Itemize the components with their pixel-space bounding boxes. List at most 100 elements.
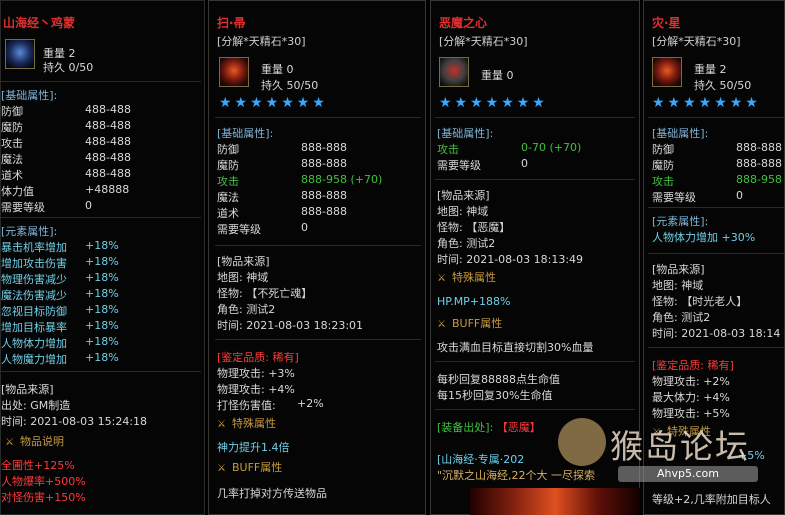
item-icon	[5, 39, 35, 69]
watermark: 猴岛论坛 Ahvp5.com	[558, 418, 773, 486]
source-row: 地图: 神域	[437, 205, 489, 218]
item-icon	[439, 57, 469, 87]
source-origin: 出处: GM制造	[1, 399, 71, 412]
attr-row: 攻击 0-70 (+70)	[437, 141, 582, 156]
attr-row: 防御 888-888	[652, 141, 782, 156]
element-row: 魔法伤害减少 +18%	[1, 287, 119, 302]
attr-row: 攻击 488-488	[1, 135, 131, 150]
attr-row: 攻击888-958 (+70)	[217, 173, 383, 188]
item-title: 恶魔之心	[439, 16, 488, 30]
special-attr-header: ⚔ 特殊属性	[217, 417, 276, 430]
source-row: 时间: 2021-08-03 18:23:01	[217, 319, 364, 332]
element-row: 人物魔力增加 +18%	[1, 351, 119, 366]
durability: 持久 50/50	[261, 79, 319, 92]
monkey-logo-icon	[558, 418, 606, 466]
element-row: 增加目标暴率 +18%	[1, 319, 119, 334]
buff-attr-header: ⚔ BUFF属性	[217, 461, 283, 474]
source-row: 角色: 测试2	[217, 303, 276, 316]
attr-row: 需要等级 0	[437, 157, 528, 172]
buff-attr-header: ⚔ BUFF属性	[437, 317, 503, 330]
quality-row: 打怪伤害值: +2%	[217, 397, 324, 412]
weight: 重量 2	[694, 63, 727, 76]
source-row: 角色: 测试2	[652, 311, 711, 324]
source-header: [物品来源]	[437, 189, 490, 202]
item-title: 扫·帚	[217, 16, 246, 30]
decompose-info: [分解*天精石*30]	[439, 35, 528, 48]
element-row: 增加攻击伤害 +18%	[1, 255, 119, 270]
source-row: 怪物: 【恶魔】	[437, 221, 511, 234]
attr-row: 魔法 488-488	[1, 151, 131, 166]
item-icon	[652, 57, 682, 87]
quality-row: 物理攻击: +4%	[217, 383, 295, 396]
element-row: 人物体力增加 +30%	[652, 231, 756, 244]
attr-row: 魔法 888-888	[217, 189, 347, 204]
source-header: [物品来源]	[1, 383, 54, 396]
item-tooltip-1: 山海经丶鸡蒙 重量 2 持久 0/50 [基础属性]: 防御 488-488 魔防…	[0, 0, 205, 515]
element-attr-header: [元素属性]:	[1, 225, 58, 238]
basic-attr-header: [基础属性]:	[1, 89, 58, 102]
buff-attr-line: 攻击满血目标直接切割30%血量	[437, 341, 594, 354]
attr-row: 攻击888-958 (+70)	[652, 173, 784, 188]
attr-row: 体力值 +48888	[1, 183, 130, 198]
item-icon	[219, 57, 249, 87]
source-row: 怪物: 【时光老人】	[652, 295, 748, 308]
source-time: 时间: 2021-08-03 15:24:18	[1, 415, 148, 428]
attr-row: 防御 888-888	[217, 141, 347, 156]
extra-attr: 对怪伤害+150%	[1, 491, 86, 504]
special-attr-line: 神力提升1.4倍	[217, 441, 290, 454]
equip-source: [装备出处]: 【恶魔】	[437, 421, 541, 434]
quality-row: 物理攻击: +3%	[217, 367, 295, 380]
attr-row: 魔防 488-488	[1, 119, 131, 134]
star-rating: ★★★★★★★	[219, 95, 328, 111]
extra-attr: 全圃性+125%	[1, 459, 75, 472]
source-header: [物品来源]	[652, 263, 705, 276]
item-tooltip-2: 扫·帚 [分解*天精石*30] 重量 0 持久 50/50 ★★★★★★★ [基…	[208, 0, 426, 515]
quality-row: 物理攻击: +2%	[652, 375, 730, 388]
item-desc-header: ⚔ 物品说明	[5, 435, 64, 448]
attr-row: 需要等级 0	[652, 189, 743, 204]
attr-row: 道术 888-888	[217, 205, 347, 220]
element-row: 人物体力增加 +18%	[1, 335, 119, 350]
source-row: 时间: 2021-08-03 18:13:49	[437, 253, 584, 266]
element-row: 暴击机率增加 +18%	[1, 239, 119, 254]
element-row: 物理伤害减少 +18%	[1, 271, 119, 286]
source-row: 角色: 测试2	[437, 237, 496, 250]
basic-attr-header: [基础属性]:	[437, 127, 494, 140]
quality-row: 最大体力: +4%	[652, 391, 730, 404]
regen-line: 每15秒回复30%生命值	[437, 389, 553, 402]
source-header: [物品来源]	[217, 255, 270, 268]
element-row: 忽视目标防御 +18%	[1, 303, 119, 318]
basic-attr-header: [基础属性]:	[217, 127, 274, 140]
extra-attr: 人物爆率+500%	[1, 475, 86, 488]
attr-row: 魔防 888-888	[652, 157, 782, 172]
attr-row: 需要等级 0	[1, 199, 92, 214]
element-attr-header: [元素属性]:	[652, 215, 709, 228]
attr-row: 需要等级 0	[217, 221, 308, 236]
source-row: 地图: 神域	[217, 271, 269, 284]
special-attr-line: HP.MP+188%	[437, 295, 511, 308]
durability: 持久 50/50	[694, 79, 752, 92]
flame-decoration	[470, 488, 640, 515]
regen-line: 每秒回复88888点生命值	[437, 373, 560, 386]
item-title: 山海经丶鸡蒙	[3, 16, 76, 30]
source-row: 怪物: 【不死亡魂】	[217, 287, 313, 300]
weight: 重量 0	[261, 63, 294, 76]
basic-attr-header: [基础属性]:	[652, 127, 709, 140]
decompose-info: [分解*天精石*30]	[652, 35, 741, 48]
buff-attr-line: 几率打掉对方传送物品	[217, 487, 327, 500]
special-attr-header: ⚔ 特殊属性	[437, 271, 496, 284]
durability: 持久 0/50	[43, 61, 94, 74]
watermark-url: Ahvp5.com	[618, 466, 758, 482]
decompose-info: [分解*天精石*30]	[217, 35, 306, 48]
attr-row: 道术 488-488	[1, 167, 131, 182]
item-title: 灾·星	[652, 16, 681, 30]
weight: 重量 0	[481, 69, 514, 82]
attr-row: 魔防 888-888	[217, 157, 347, 172]
star-rating: ★★★★★★★	[439, 95, 548, 111]
source-row: 时间: 2021-08-03 18:14	[652, 327, 781, 340]
bottom-line: 等级+2,几率附加目标人	[652, 493, 771, 506]
watermark-text: 猴岛论坛	[610, 427, 750, 466]
set-line: [山海经·专属·202	[437, 453, 525, 466]
attr-row: 防御 488-488	[1, 103, 131, 118]
source-row: 地图: 神域	[652, 279, 704, 292]
